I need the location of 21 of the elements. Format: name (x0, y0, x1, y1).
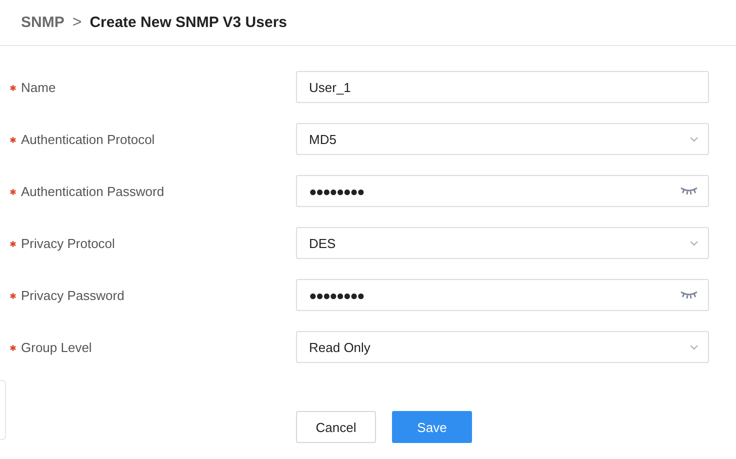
chevron-down-icon (690, 344, 698, 350)
field-label: Privacy Password (21, 288, 124, 302)
dropdown-field[interactable]: MD5 (296, 123, 709, 155)
dropdown-field[interactable]: Read Only (296, 331, 709, 363)
dropdown-field[interactable]: DES (296, 227, 709, 259)
page-title: Create New SNMP V3 Users (90, 14, 288, 31)
closed-eye-icon[interactable] (680, 186, 698, 196)
cancel-button[interactable]: Cancel (296, 411, 376, 443)
input-field[interactable]: User_1 (296, 71, 709, 103)
field-label: Group Level (21, 340, 92, 354)
password-field[interactable]: ●●●●●●●● (296, 175, 709, 207)
field-label: Privacy Protocol (21, 236, 115, 250)
breadcrumb-separator: > (72, 14, 82, 32)
field-label: Name (21, 80, 56, 94)
password-field[interactable]: ●●●●●●●● (296, 279, 709, 311)
chevron-down-icon (690, 240, 698, 246)
breadcrumb-link[interactable]: SNMP (21, 14, 64, 31)
field-label: Authentication Protocol (21, 132, 155, 146)
closed-eye-icon[interactable] (680, 290, 698, 300)
field-label: Authentication Password (21, 184, 164, 198)
chevron-down-icon (690, 136, 698, 142)
